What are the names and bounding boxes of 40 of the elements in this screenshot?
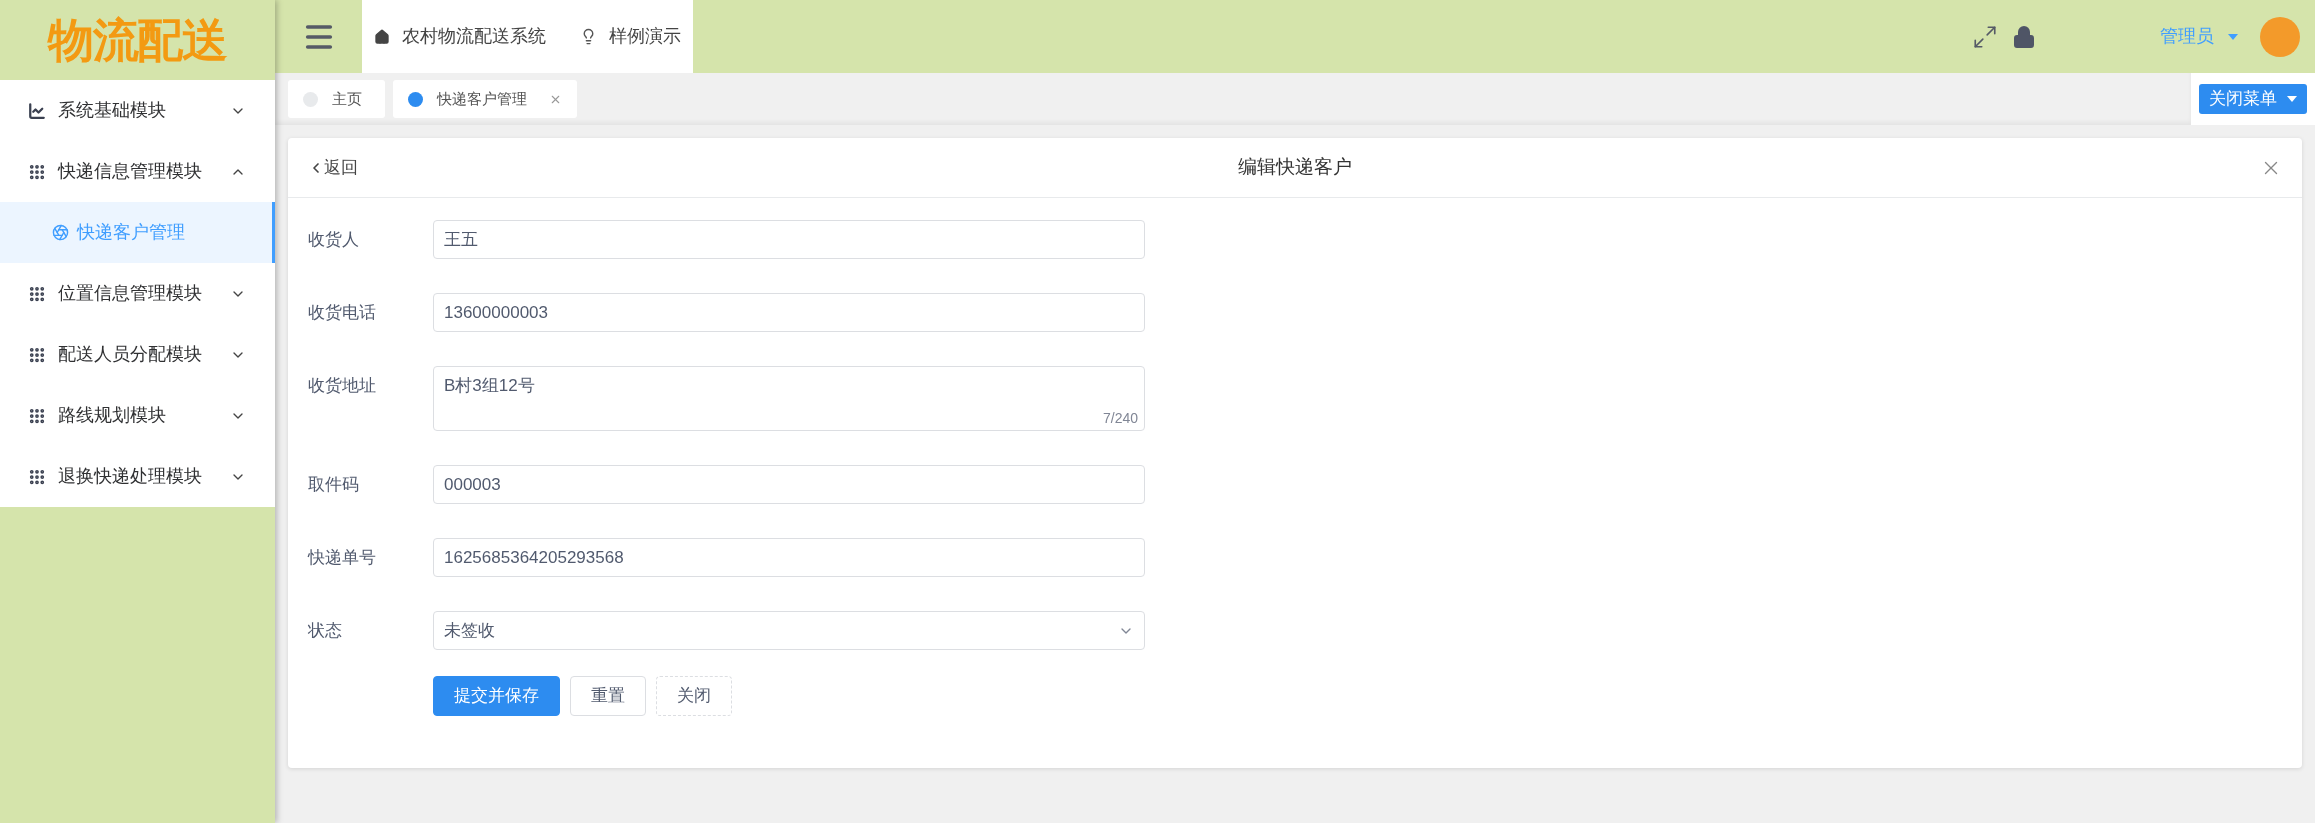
grid-icon bbox=[28, 345, 46, 364]
page-tab[interactable]: 快递客户管理 bbox=[393, 80, 577, 118]
lock-icon[interactable] bbox=[2012, 23, 2036, 50]
header-link[interactable]: 农村物流配送系统 bbox=[374, 23, 546, 50]
home-icon bbox=[374, 28, 390, 45]
grid-icon bbox=[28, 162, 46, 181]
back-link[interactable]: 返回 bbox=[308, 154, 408, 181]
logo-text: 物流配送 bbox=[47, 12, 228, 68]
field-label: 取件码 bbox=[307, 474, 360, 496]
text-field[interactable]: 王五 bbox=[433, 220, 1145, 259]
sidebar-item[interactable]: 路线规划模块 bbox=[0, 385, 275, 446]
text-field[interactable]: 13600000003 bbox=[433, 293, 1145, 332]
field-label: 快递单号 bbox=[306, 547, 377, 569]
sidebar-item[interactable]: 位置信息管理模块 bbox=[0, 263, 275, 324]
address-field[interactable]: B村3组12号 7/240 bbox=[433, 366, 1145, 431]
grid-icon bbox=[28, 467, 46, 486]
caret-icon bbox=[2228, 33, 2238, 40]
chart-icon bbox=[28, 101, 46, 120]
panel-title: 编辑快递客户 bbox=[1237, 155, 1353, 180]
field-label: 收货地址 bbox=[307, 375, 377, 397]
form-button[interactable]: 重置 bbox=[570, 676, 646, 716]
field-label: 状态 bbox=[307, 620, 343, 642]
caret-icon bbox=[2287, 96, 2297, 102]
text-field[interactable]: 1625685364205293568 bbox=[433, 538, 1145, 577]
sidebar-item[interactable]: 配送人员分配模块 bbox=[0, 324, 275, 385]
text-field[interactable]: 000003 bbox=[433, 465, 1145, 504]
sidebar-item[interactable]: 快递信息管理模块 bbox=[0, 141, 275, 202]
grid-icon bbox=[28, 406, 46, 425]
page-tab[interactable]: 主页 bbox=[288, 80, 385, 118]
char-counter: 7/240 bbox=[1102, 409, 1138, 428]
form-button[interactable]: 关闭 bbox=[656, 676, 732, 716]
field-label: 收货人 bbox=[307, 229, 360, 251]
header-link[interactable]: 样例演示 bbox=[580, 23, 681, 50]
grid-icon bbox=[28, 284, 46, 303]
field-label: 收货电话 bbox=[307, 302, 377, 324]
status-select[interactable]: 未签收 bbox=[433, 611, 1145, 650]
aperture-icon bbox=[52, 224, 69, 241]
sidebar-item[interactable]: 退换快递处理模块 bbox=[0, 446, 275, 507]
sidebar-item[interactable]: 系统基础模块 bbox=[0, 80, 275, 141]
fullscreen-icon[interactable] bbox=[1972, 23, 1998, 50]
